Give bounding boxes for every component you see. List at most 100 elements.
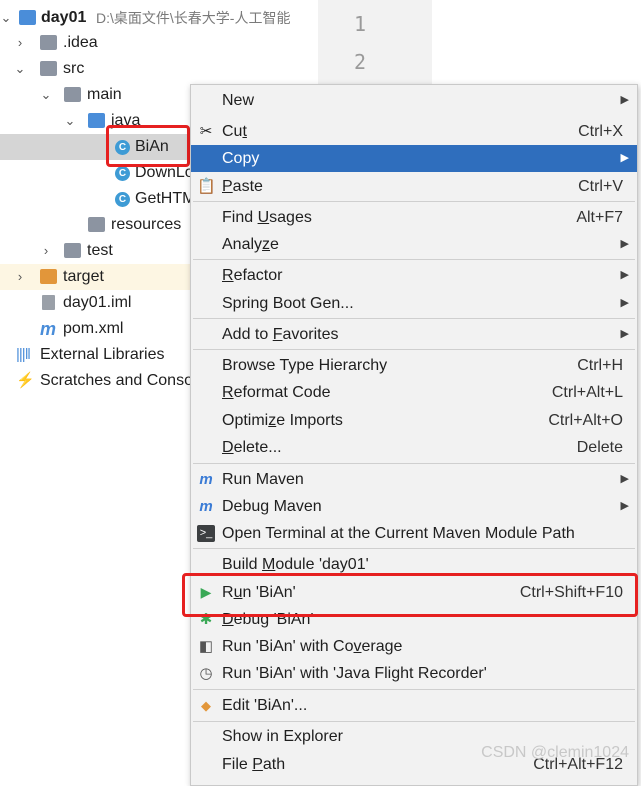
menu-item-optimize-imports[interactable]: Optimize Imports Ctrl+Alt+O [191,407,637,434]
annotation-highlight-bian [106,125,190,167]
maven-debug-icon: m [199,498,213,515]
menu-item-find-usages[interactable]: Find Usages Alt+F7 [191,204,637,231]
menu-item-edit-bian[interactable]: ◆ Edit 'BiAn'... [191,692,637,719]
menu-label: Run Maven [222,471,304,488]
folder-icon [64,87,81,102]
terminal-icon: >_ [197,525,215,542]
menu-item-spring-boot[interactable]: Spring Boot Gen... ▶ [191,290,637,317]
scissors-icon: ✂ [199,123,213,140]
folder-icon [64,243,81,258]
submenu-arrow-icon: ▶ [620,94,629,106]
menu-label: Analyze [222,236,279,253]
chevron-down-icon[interactable]: ⌄ [40,82,52,108]
menu-separator [193,201,635,202]
iml-file-icon [42,295,55,310]
maven-run-icon: m [199,471,213,488]
menu-item-refactor[interactable]: Refactor ▶ [191,262,637,289]
menu-label: Edit 'BiAn'... [222,697,308,714]
menu-item-open-terminal[interactable]: >_ Open Terminal at the Current Maven Mo… [191,520,637,547]
submenu-arrow-icon: ▶ [620,328,629,340]
menu-item-new[interactable]: New ▶ [191,87,637,114]
coverage-icon: ◧ [198,638,214,655]
tree-label: External Libraries [40,346,165,363]
maven-icon: m [40,319,57,339]
menu-item-debug-maven[interactable]: m Debug Maven ▶ [191,493,637,520]
menu-separator [193,689,635,690]
clipboard-icon: 📋 [197,178,216,195]
menu-label: Debug Maven [222,498,322,515]
menu-item-run-jfr[interactable]: ◷ Run 'BiAn' with 'Java Flight Recorder' [191,660,637,687]
chevron-right-icon[interactable]: › [14,30,26,56]
folder-icon [40,61,57,76]
tree-label: target [63,268,104,285]
annotation-highlight-run [182,573,638,617]
menu-label: Run 'BiAn' with 'Java Flight Recorder' [222,665,487,682]
submenu-arrow-icon: ▶ [620,152,629,164]
menu-label: Find Usages [222,209,312,226]
tree-item-day01[interactable]: ⌄ day01 D:\桌面文件\长春大学-人工智能 [0,5,318,31]
menu-separator [193,721,635,722]
menu-label: File Path [222,756,286,773]
context-menu: New ▶ ✂ Cut Ctrl+X Copy ▶ 📋 Paste Ctrl+V… [190,84,638,786]
menu-item-analyze[interactable]: Analyze ▶ [191,231,637,258]
project-path: D:\桌面文件\长春大学-人工智能 [96,10,291,26]
shortcut-label: Ctrl+X [578,123,623,140]
tree-item-src[interactable]: ⌄ src [0,56,318,82]
menu-separator [193,349,635,350]
menu-separator [193,318,635,319]
tree-label: resources [111,216,182,233]
scratches-icon: ⚡ [16,372,35,389]
menu-label: Cut [222,123,247,140]
profiler-clock-icon: ◷ [199,665,213,682]
menu-item-add-favorites[interactable]: Add to Favorites ▶ [191,321,637,348]
module-folder-icon [19,10,36,25]
submenu-arrow-icon: ▶ [620,500,629,512]
menu-item-cut[interactable]: ✂ Cut Ctrl+X [191,118,637,145]
tree-label: Scratches and Conso [40,372,193,389]
chevron-down-icon[interactable]: ⌄ [14,56,26,82]
menu-label: Optimize Imports [222,412,343,429]
menu-label: Browse Type Hierarchy [222,357,388,374]
class-icon: C [115,166,130,181]
tree-item-idea[interactable]: › .idea [0,30,318,56]
tree-label: day01.iml [63,294,132,311]
menu-label: Add to Favorites [222,326,339,343]
menu-item-copy[interactable]: Copy ▶ [191,145,637,172]
menu-label: Refactor [222,267,283,284]
menu-label: Run 'BiAn' with Coverage [222,638,403,655]
libraries-icon: |||‖ [16,346,31,363]
menu-item-browse-hierarchy[interactable]: Browse Type Hierarchy Ctrl+H [191,352,637,379]
menu-item-paste[interactable]: 📋 Paste Ctrl+V [191,173,637,200]
tree-label: pom.xml [63,320,124,337]
watermark: CSDN @clemin1024 [481,744,629,761]
excluded-folder-icon [40,269,57,284]
editor-gutter: 1 2 [318,0,432,84]
menu-item-delete[interactable]: Delete... Delete [191,434,637,461]
menu-item-reformat[interactable]: Reformat Code Ctrl+Alt+L [191,379,637,406]
menu-item-run-coverage[interactable]: ◧ Run 'BiAn' with Coverage [191,633,637,660]
chevron-down-icon[interactable]: ⌄ [64,108,76,134]
menu-label: Open Terminal at the Current Maven Modul… [222,525,575,542]
chevron-right-icon[interactable]: › [40,238,52,264]
chevron-down-icon[interactable]: ⌄ [0,5,12,31]
chevron-right-icon[interactable]: › [14,264,26,290]
source-folder-icon [88,113,105,128]
folder-icon [40,35,57,50]
submenu-arrow-icon: ▶ [620,238,629,250]
line-number: 1 [354,12,367,36]
menu-label: Paste [222,178,263,195]
menu-label: Copy [222,150,260,167]
menu-separator [193,548,635,549]
submenu-arrow-icon: ▶ [620,473,629,485]
submenu-arrow-icon: ▶ [620,269,629,281]
shortcut-label: Alt+F7 [576,209,623,226]
menu-label: New [222,92,255,109]
line-number: 2 [354,50,367,74]
menu-item-run-maven[interactable]: m Run Maven ▶ [191,466,637,493]
menu-label: Reformat Code [222,384,331,401]
tree-label: GetHTM [135,190,196,207]
shortcut-label: Ctrl+V [578,178,623,195]
submenu-arrow-icon: ▶ [620,297,629,309]
shortcut-label: Delete [576,439,623,456]
edit-config-icon: ◆ [201,698,211,713]
